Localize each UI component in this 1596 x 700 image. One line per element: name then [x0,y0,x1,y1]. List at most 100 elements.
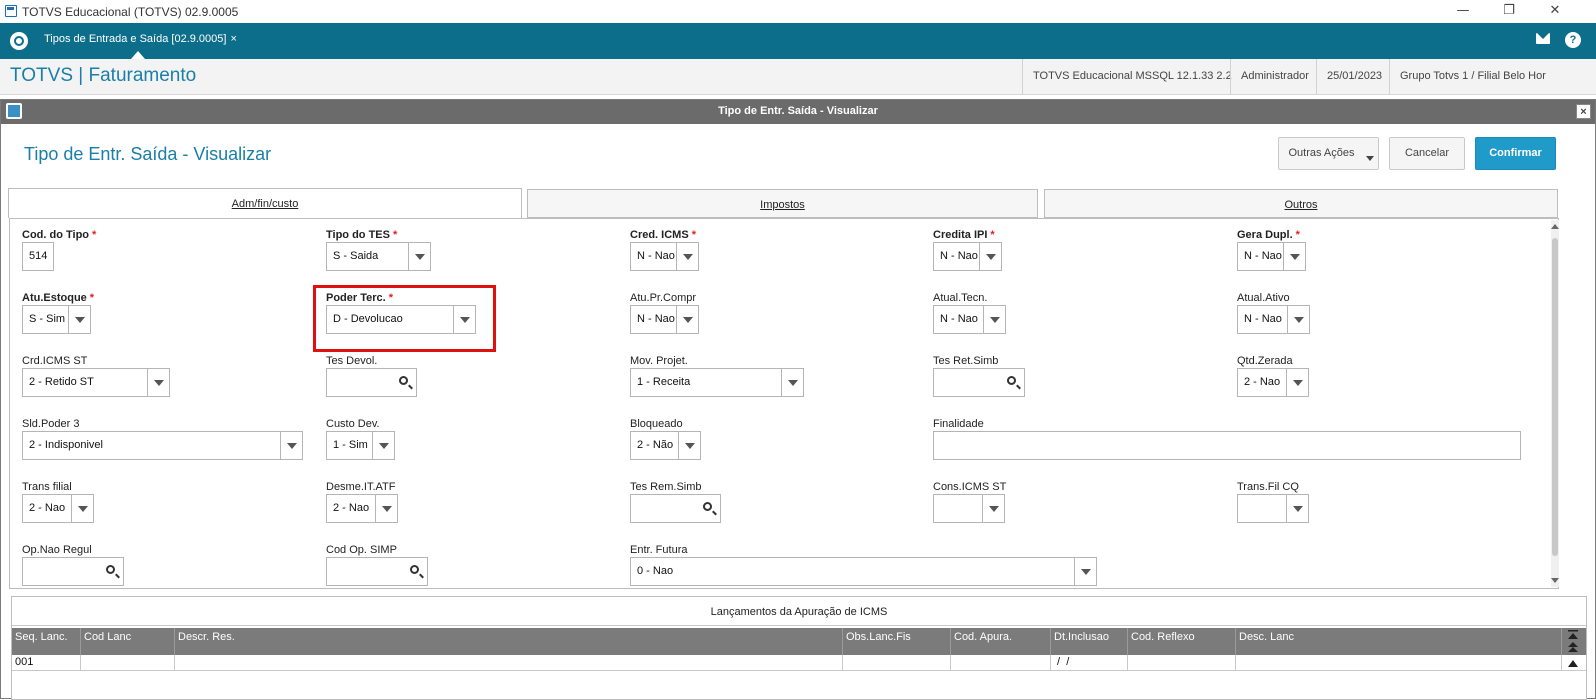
grid-col-cod-lanc[interactable]: Cod Lanc [81,628,175,655]
label-tipo-tes: Tipo do TES * [326,229,398,241]
scroll-up-icon[interactable] [1567,658,1579,668]
custo-dev-select[interactable]: 1 - Sim [326,431,395,460]
cod-tipo-field[interactable]: 514 [22,242,54,271]
op-nao-regul-input[interactable] [22,557,124,586]
search-icon[interactable] [106,565,115,574]
cell-dt-inclusao[interactable]: / / [1051,655,1128,671]
atual-tecn-select[interactable]: N - Nao [933,305,1006,334]
search-icon[interactable] [399,376,408,385]
chevron-down-icon [1074,558,1096,585]
trans-fil-cq-select[interactable] [1237,494,1309,523]
dialog-titlebar: Tipo de Entr. Saída - Visualizar × [1,100,1595,124]
label-cod-op-simp: Cod Op. SIMP [326,544,397,556]
tab-outros[interactable]: Outros [1044,189,1558,218]
scroll-down-icon[interactable] [1551,578,1559,583]
tes-devol-input[interactable] [326,368,417,397]
label-op-nao-regul: Op.Nao Regul [22,544,92,556]
atual-ativo-select[interactable]: N - Nao [1237,305,1310,334]
chevron-down-icon [982,495,1004,522]
grid-col-cod-apura[interactable]: Cod. Apura. [951,628,1051,655]
grid-scroll-controls [1562,628,1586,672]
tes-dialog: Tipo de Entr. Saída - Visualizar × Tipo … [0,99,1596,700]
grid-col-seq-lanc[interactable]: Seq. Lanc. [12,628,81,655]
label-trans-fil-cq: Trans.Fil CQ [1237,481,1299,493]
table-row[interactable]: 001 / / [12,655,1586,671]
dialog-close-button[interactable]: × [1576,104,1591,119]
chevron-down-icon [71,495,93,522]
mov-projet-select[interactable]: 1 - Receita [630,368,804,397]
grid-col-descr-res[interactable]: Descr. Res. [175,628,843,655]
qtd-zerada-select[interactable]: 2 - Nao [1237,368,1309,397]
cell-obs-lanc-fis[interactable] [843,655,951,671]
label-tes-devol: Tes Devol. [326,355,378,367]
confirm-button[interactable]: Confirmar [1475,137,1556,170]
grid-col-obs-lanc-fis[interactable]: Obs.Lanc.Fis [843,628,951,655]
label-tes-ret-simb: Tes Ret.Simb [933,355,999,367]
scroll-top-icon[interactable] [1567,630,1579,640]
cell-cod-lanc[interactable] [81,655,175,671]
cod-op-simp-input[interactable] [326,557,428,586]
label-qtd-zerada: Qtd.Zerada [1237,355,1293,367]
tab-close-icon[interactable]: × [230,33,236,45]
icms-grid: Lançamentos da Apuração de ICMS Seq. Lan… [11,596,1587,700]
label-atual-ativo: Atual.Ativo [1237,292,1290,304]
label-cod-tipo: Cod. do Tipo * [22,229,97,241]
crd-icms-st-select[interactable]: 2 - Retido ST [22,368,170,397]
cell-desc-lanc[interactable] [1236,655,1562,671]
scroll-up-icon[interactable] [1551,224,1559,229]
cell-cod-reflexo[interactable] [1128,655,1236,671]
credita-ipi-select[interactable]: N - Nao [933,242,1002,271]
chevron-down-icon [375,495,397,522]
desme-it-atf-select[interactable]: 2 - Nao [326,494,398,523]
atu-pr-compr-select[interactable]: N - Nao [630,305,699,334]
cred-icms-select[interactable]: N - Nao [630,242,699,271]
other-actions-button[interactable]: Outras Ações [1278,137,1379,170]
trans-filial-select[interactable]: 2 - Nao [22,494,94,523]
tab-adm-fin-custo[interactable]: Adm/fin/custo [8,188,522,218]
cancel-button[interactable]: Cancelar [1389,137,1465,170]
grid-col-dt-inclusao[interactable]: Dt.Inclusao [1051,628,1128,655]
tes-rem-simb-input[interactable] [630,494,721,523]
cons-icms-st-select[interactable] [933,494,1005,523]
atu-estoque-select[interactable]: S - Sim [22,305,91,334]
dialog-window-icon [6,103,22,119]
search-icon[interactable] [703,502,712,511]
dialog-window-title: Tipo de Entr. Saída - Visualizar [718,105,878,117]
grid-col-desc-lanc[interactable]: Desc. Lanc [1236,628,1562,655]
label-crd-icms-st: Crd.ICMS ST [22,355,88,367]
tipo-tes-select[interactable]: S - Saida [326,242,431,271]
gera-dupl-select[interactable]: N - Nao [1237,242,1306,271]
tab-label: Tipos de Entrada e Saída [02.9.0005] [44,33,227,45]
app-tabbar: Tipos de Entrada e Saída [02.9.0005] × ? [0,23,1596,59]
form-panel: Cod. do Tipo * 514 Tipo do TES * S - Saida… [9,218,1559,589]
sld-poder-3-select[interactable]: 2 - Indisponivel [22,431,303,460]
cell-seq-lanc[interactable]: 001 [12,655,81,671]
chevron-down-icon [676,306,698,333]
label-trans-filial: Trans filial [22,481,72,493]
label-custo-dev: Custo Dev. [326,418,380,430]
chevron-down-icon [1287,306,1309,333]
tes-ret-simb-input[interactable] [933,368,1025,397]
totvs-logo-icon[interactable] [10,32,28,50]
module-title: TOTVS | Faturamento [10,65,197,86]
minimize-button[interactable]: — [1440,0,1486,23]
icms-grid-title: Lançamentos da Apuração de ICMS [12,597,1586,626]
scroll-thumb[interactable] [1552,238,1558,556]
close-window-button[interactable]: ✕ [1532,0,1578,23]
restore-button[interactable]: ❐ [1486,0,1532,23]
search-icon[interactable] [1007,376,1016,385]
bloqueado-select[interactable]: 2 - Não [630,431,701,460]
mail-icon[interactable] [1536,33,1550,44]
tab-impostos[interactable]: Impostos [527,189,1038,218]
cell-descr-res[interactable] [175,655,843,671]
scroll-up-double-icon[interactable] [1567,642,1579,652]
form-scrollbar[interactable] [1551,220,1559,587]
chevron-down-icon [1286,369,1308,396]
finalidade-field[interactable] [933,431,1521,460]
entr-futura-select[interactable]: 0 - Nao [630,557,1097,586]
grid-col-cod-reflexo[interactable]: Cod. Reflexo [1128,628,1236,655]
label-entr-futura: Entr. Futura [630,544,688,556]
search-icon[interactable] [410,565,419,574]
help-icon[interactable]: ? [1565,32,1581,48]
cell-cod-apura[interactable] [951,655,1051,671]
